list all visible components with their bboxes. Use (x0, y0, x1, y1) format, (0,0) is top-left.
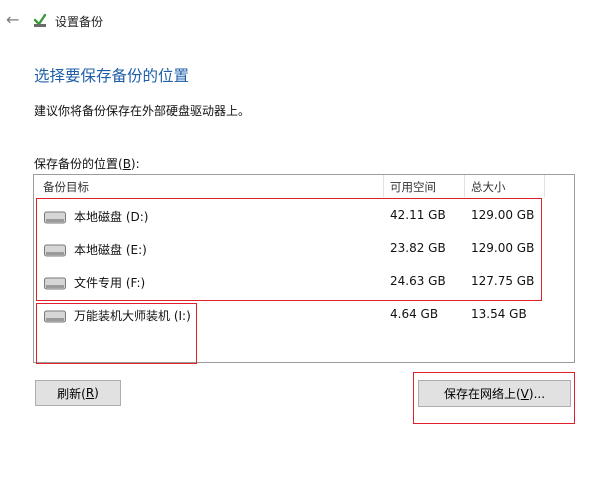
refresh-button[interactable]: 刷新(R) (35, 380, 121, 406)
highlight-box-drives (36, 198, 542, 301)
back-arrow-icon[interactable]: ← (6, 10, 19, 29)
list-header: 备份目标 可用空间 总大小 (34, 175, 574, 197)
column-header-total[interactable]: 总大小 (471, 179, 506, 195)
list-label: 保存备份的位置(B): (34, 157, 140, 171)
drive-total-size: 13.54 GB (471, 307, 527, 321)
page-heading: 选择要保存备份的位置 (34, 67, 190, 85)
drive-free-space: 4.64 GB (390, 307, 439, 321)
window-title: 设置备份 (55, 15, 104, 29)
title-bar: ← 设置备份 (0, 0, 600, 40)
column-header-free[interactable]: 可用空间 (390, 179, 436, 195)
save-on-network-button[interactable]: 保存在网络上(V)... (418, 380, 571, 407)
backup-app-icon (33, 13, 47, 27)
column-header-target[interactable]: 备份目标 (43, 179, 89, 195)
page-description: 建议你将备份保存在外部硬盘驱动器上。 (34, 104, 251, 118)
highlight-box-usb-drive (36, 303, 197, 364)
